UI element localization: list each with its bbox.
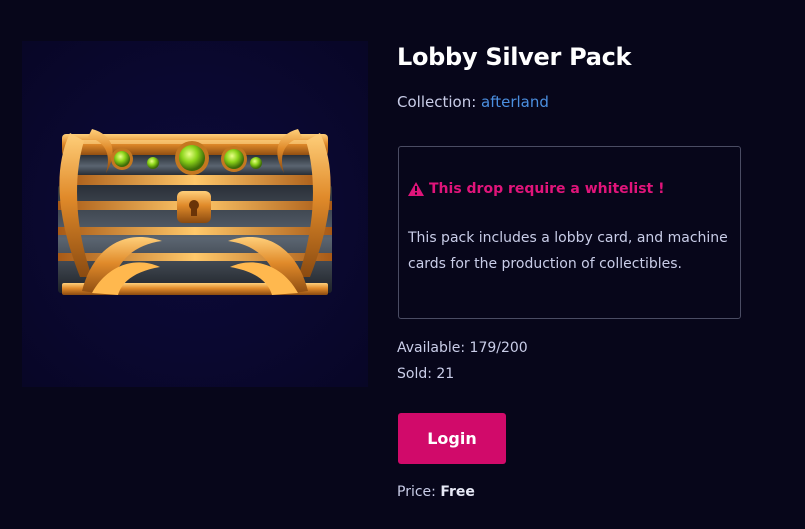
- collection-label: Collection:: [397, 93, 477, 111]
- login-button[interactable]: Login: [398, 413, 506, 464]
- treasure-chest-illustration: [58, 129, 332, 295]
- sold-count: Sold: 21: [397, 366, 455, 382]
- pack-info-box: This drop require a whitelist ! This pac…: [398, 146, 741, 319]
- available-count: Available: 179/200: [397, 340, 528, 356]
- price-row: Price: Free: [397, 484, 475, 500]
- warning-text: This drop require a whitelist !: [429, 181, 665, 197]
- pack-details: Lobby Silver Pack Collection: afterland …: [397, 40, 757, 500]
- pack-description: This pack includes a lobby card, and mac…: [408, 230, 728, 272]
- price-label: Price:: [397, 484, 436, 500]
- price-value: Free: [440, 484, 475, 500]
- pack-image: [22, 41, 368, 387]
- warning-triangle-icon: [408, 182, 424, 196]
- page-title: Lobby Silver Pack: [397, 43, 632, 71]
- collection-link[interactable]: afterland: [481, 93, 549, 111]
- whitelist-warning: This drop require a whitelist !: [408, 181, 665, 197]
- collection-row: Collection: afterland: [397, 93, 549, 111]
- pack-detail-page: Lobby Silver Pack Collection: afterland …: [0, 0, 805, 529]
